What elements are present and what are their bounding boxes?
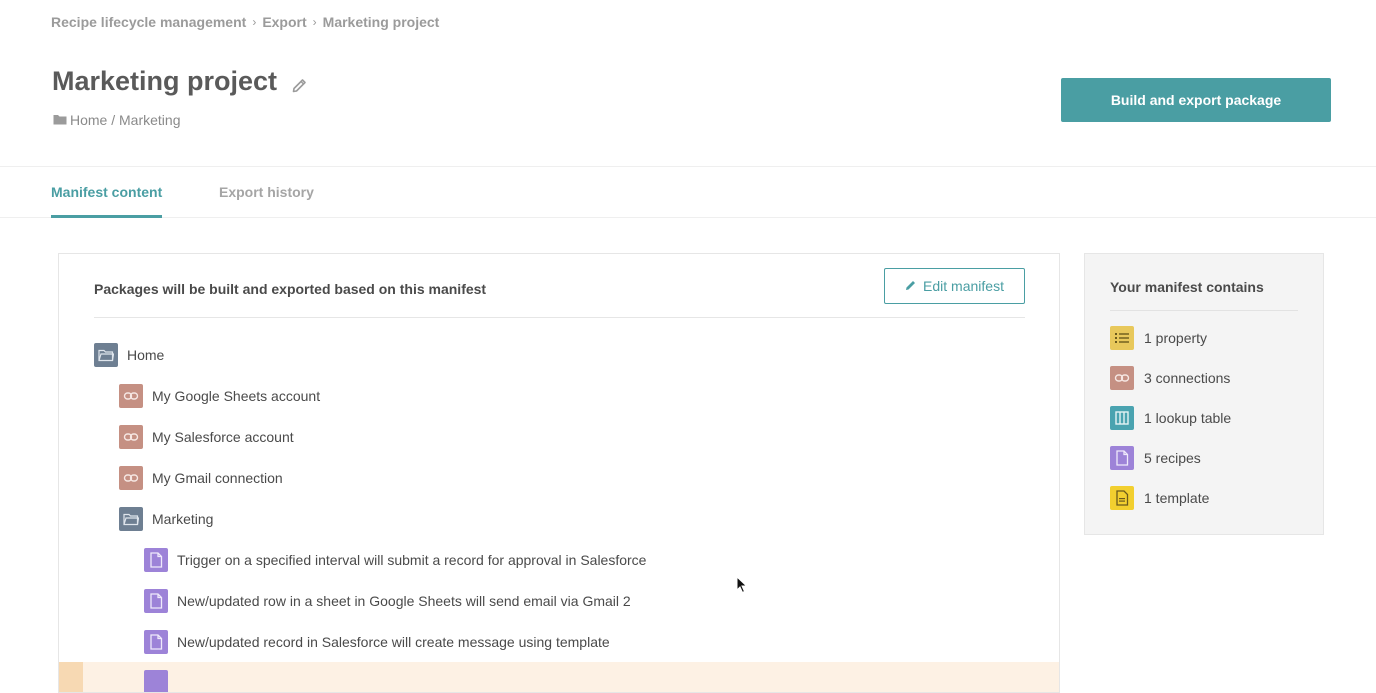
tree-item-label: My Google Sheets account <box>152 388 321 404</box>
connection-icon <box>119 466 143 490</box>
recipe-icon <box>144 670 168 692</box>
recipe-icon <box>1110 446 1134 470</box>
folder-location: Home / Marketing <box>53 112 180 128</box>
tab-export-history[interactable]: Export history <box>219 167 314 217</box>
tree-item-highlighted[interactable] <box>59 662 1059 692</box>
folder-icon <box>94 343 118 367</box>
mouse-cursor-icon <box>736 575 748 594</box>
folder-icon <box>53 112 67 128</box>
page-title-row: Marketing project <box>52 66 309 97</box>
tree-item-label: My Salesforce account <box>152 429 294 445</box>
tree-item-recipe[interactable]: New/updated row in a sheet in Google She… <box>144 589 631 613</box>
tree-item-label: My Gmail connection <box>152 470 283 486</box>
manifest-panel: Packages will be built and exported base… <box>58 253 1060 693</box>
summary-item-connections: 3 connections <box>1110 366 1230 390</box>
connection-icon <box>119 425 143 449</box>
tree-item-label: Trigger on a specified interval will sub… <box>177 552 647 568</box>
summary-divider <box>1110 310 1298 311</box>
connection-icon <box>119 384 143 408</box>
tree-item-gmail-connection[interactable]: My Gmail connection <box>119 466 283 490</box>
manifest-summary-panel: Your manifest contains 1 property 3 conn… <box>1084 253 1324 535</box>
pencil-icon <box>905 278 917 294</box>
summary-item-label: 5 recipes <box>1144 450 1201 466</box>
summary-item-label: 1 template <box>1144 490 1210 506</box>
build-export-package-button[interactable]: Build and export package <box>1061 78 1331 122</box>
manifest-description: Packages will be built and exported base… <box>94 281 487 297</box>
edit-manifest-button[interactable]: Edit manifest <box>884 268 1025 304</box>
breadcrumb-item-recipe-lifecycle[interactable]: Recipe lifecycle management <box>51 14 246 30</box>
summary-item-recipes: 5 recipes <box>1110 446 1201 470</box>
summary-item-property: 1 property <box>1110 326 1207 350</box>
tree-item-recipe[interactable]: Trigger on a specified interval will sub… <box>144 548 646 572</box>
tree-item-salesforce-connection[interactable]: My Salesforce account <box>119 425 294 449</box>
tree-item-recipe[interactable]: New/updated record in Salesforce will cr… <box>144 630 610 654</box>
lookup-table-icon <box>1110 406 1134 430</box>
summary-item-label: 1 property <box>1144 330 1208 346</box>
template-icon <box>1110 486 1134 510</box>
connection-icon <box>1110 366 1134 390</box>
summary-item-label: 1 lookup table <box>1144 410 1232 426</box>
breadcrumb: Recipe lifecycle management › Export › M… <box>51 14 439 30</box>
tree-item-marketing-folder[interactable]: Marketing <box>119 507 213 531</box>
folder-icon <box>119 507 143 531</box>
tree-item-home[interactable]: Home <box>94 343 164 367</box>
breadcrumb-item-current: Marketing project <box>322 14 440 30</box>
tree-item-google-sheets-connection[interactable]: My Google Sheets account <box>119 384 320 408</box>
tree-item-label: Home <box>127 347 165 363</box>
recipe-icon <box>144 589 168 613</box>
property-list-icon <box>1110 326 1134 350</box>
recipe-icon <box>144 548 168 572</box>
breadcrumb-item-export[interactable]: Export <box>262 14 306 30</box>
page-title: Marketing project <box>52 66 278 96</box>
folder-path-text[interactable]: Home / Marketing <box>70 112 180 128</box>
tree-item-label: Marketing <box>152 511 214 527</box>
summary-item-label: 3 connections <box>1144 370 1231 386</box>
tree-item-label: New/updated row in a sheet in Google She… <box>177 593 631 609</box>
highlight-bar <box>59 662 83 692</box>
tab-manifest-content[interactable]: Manifest content <box>51 167 163 218</box>
tree-item-label: New/updated record in Salesforce will cr… <box>177 634 610 650</box>
summary-title: Your manifest contains <box>1110 279 1264 295</box>
pencil-icon[interactable] <box>291 76 309 94</box>
manifest-panel-header: Packages will be built and exported base… <box>94 254 1025 318</box>
edit-manifest-label: Edit manifest <box>923 278 1004 294</box>
tab-bar: Manifest content Export history <box>0 166 1376 218</box>
recipe-icon <box>144 630 168 654</box>
breadcrumb-separator-icon: › <box>312 15 317 29</box>
summary-item-lookup-table: 1 lookup table <box>1110 406 1231 430</box>
summary-item-template: 1 template <box>1110 486 1209 510</box>
breadcrumb-separator-icon: › <box>252 15 257 29</box>
